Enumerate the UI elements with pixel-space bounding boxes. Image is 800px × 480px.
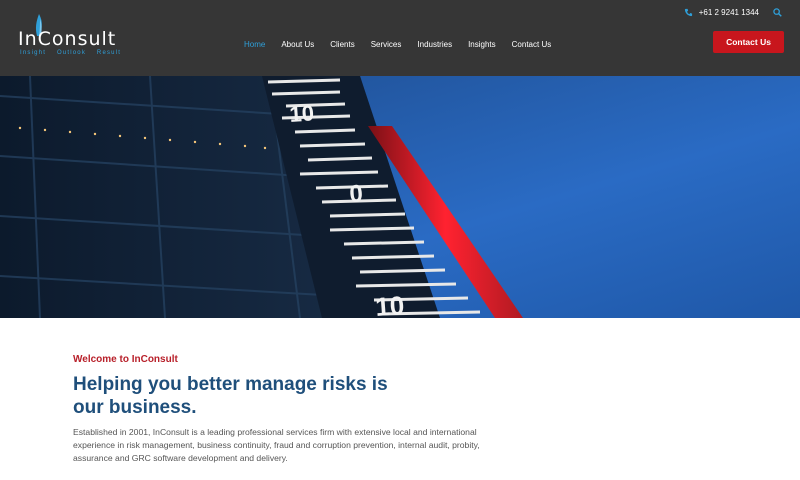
nav-item-clients[interactable]: Clients (330, 40, 354, 49)
scale-label-middle: 0 (349, 180, 364, 208)
nav-item-home[interactable]: Home (244, 40, 265, 49)
scale-label-top: 10 (289, 100, 315, 127)
nav-item-about-us[interactable]: About Us (281, 40, 314, 49)
nav-item-contact-us[interactable]: Contact Us (512, 40, 552, 49)
logo-tagline: Insight Outlook Result (20, 50, 129, 56)
phone-icon (684, 8, 692, 16)
section-eyebrow: Welcome to InConsult (73, 354, 178, 365)
hero-banner: 10 0 10 (0, 76, 800, 318)
phone-number[interactable]: +61 2 9241 1344 (699, 8, 759, 17)
nav-item-industries[interactable]: Industries (417, 40, 452, 49)
logo[interactable]: InConsult Insight Outlook Result (18, 14, 120, 60)
hero-image: 10 0 10 (0, 76, 800, 318)
tagline-result: Result (96, 50, 122, 56)
contact-us-button[interactable]: Contact Us (713, 31, 784, 53)
tagline-insight: Insight (20, 50, 47, 56)
nav-item-insights[interactable]: Insights (468, 40, 496, 49)
section-headline: Helping you better manage risks is our b… (73, 374, 388, 418)
nav-item-services[interactable]: Services (371, 40, 402, 49)
scale-label-bottom: 10 (374, 290, 405, 318)
tagline-outlook: Outlook (56, 50, 87, 56)
topbar: +61 2 9241 1344 (684, 6, 782, 18)
section-body: Established in 2001, InConsult is a lead… (73, 427, 480, 463)
logo-wordmark: InConsult (18, 28, 117, 50)
main-nav: Home About Us Clients Services Industrie… (244, 40, 567, 49)
site-header: InConsult Insight Outlook Result +61 2 9… (0, 0, 800, 76)
search-icon[interactable] (773, 7, 782, 17)
